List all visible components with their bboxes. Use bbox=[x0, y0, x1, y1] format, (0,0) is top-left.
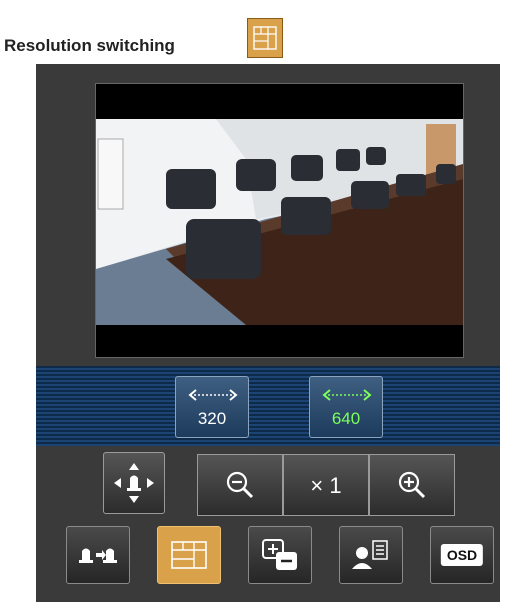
resolution-640-button[interactable]: 640 bbox=[309, 376, 383, 438]
conference-room-image bbox=[96, 119, 463, 325]
pan-tilt-icon bbox=[114, 463, 154, 503]
brightness-button[interactable] bbox=[248, 526, 312, 584]
width-arrow-icon bbox=[188, 389, 238, 401]
zoom-in-button[interactable] bbox=[369, 454, 455, 516]
user-management-button[interactable] bbox=[339, 526, 403, 584]
pan-tilt-button[interactable] bbox=[103, 452, 165, 514]
width-arrow-icon bbox=[322, 389, 372, 401]
zoom-out-button[interactable] bbox=[197, 454, 283, 516]
user-management-icon bbox=[352, 540, 388, 569]
resolution-320-button[interactable]: 320 bbox=[175, 376, 249, 438]
resolution-640-label: 640 bbox=[331, 409, 361, 428]
osd-button[interactable]: OSD bbox=[430, 526, 494, 584]
zoom-level-display: × 1 bbox=[283, 454, 369, 516]
zoom-out-icon bbox=[226, 471, 254, 499]
live-video-view[interactable] bbox=[95, 83, 464, 358]
resolution-switching-button[interactable] bbox=[157, 526, 221, 584]
zoom-in-icon bbox=[398, 471, 426, 499]
preset-position-button[interactable] bbox=[66, 526, 130, 584]
page-heading: Resolution switching bbox=[4, 14, 304, 64]
page-title: Resolution switching bbox=[4, 36, 175, 55]
resolution-bar bbox=[36, 366, 500, 446]
brightness-icon bbox=[262, 539, 297, 570]
osd-icon: OSD bbox=[440, 544, 484, 566]
resolution-switching-icon bbox=[247, 18, 283, 58]
resolution-switching-icon bbox=[171, 541, 207, 569]
preset-position-icon bbox=[79, 548, 117, 563]
resolution-320-label: 320 bbox=[197, 409, 227, 428]
